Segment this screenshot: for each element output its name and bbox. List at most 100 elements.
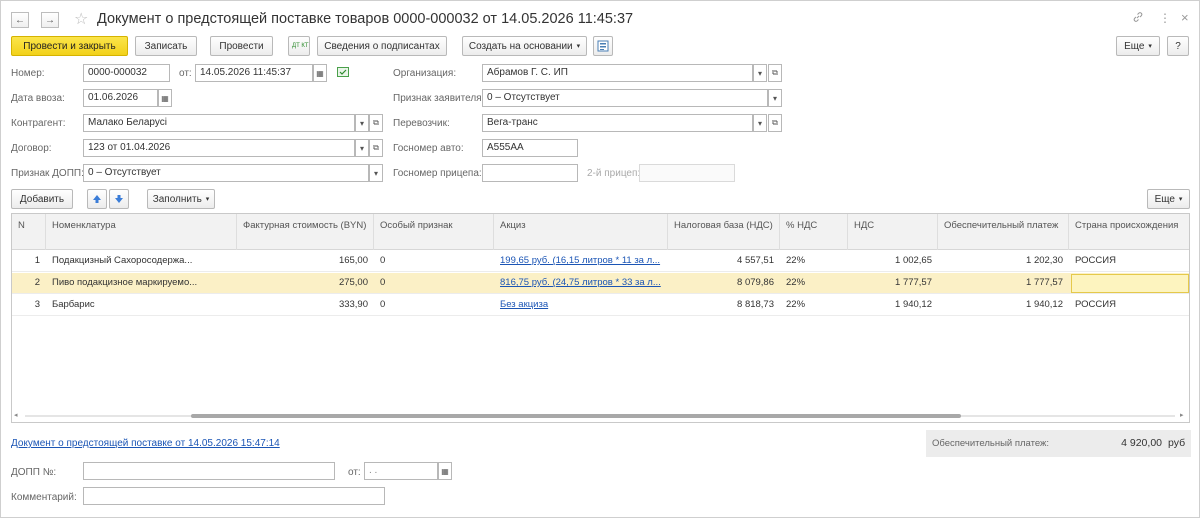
contract-dropdown-button[interactable]: ▾ bbox=[355, 139, 369, 157]
carrier-dropdown-button[interactable]: ▾ bbox=[753, 114, 767, 132]
cell-country-editing[interactable] bbox=[1071, 274, 1189, 293]
cell-deposit: 1 777,57 bbox=[1026, 277, 1063, 288]
cell-deposit: 1 202,30 bbox=[1026, 255, 1063, 266]
dopp-sign-label: Признак ДОПП: bbox=[11, 168, 84, 179]
cell-vat-percent: 22% bbox=[786, 255, 806, 266]
contract-field[interactable]: 123 от 01.04.2026 bbox=[83, 139, 355, 157]
report-button[interactable] bbox=[593, 36, 613, 56]
calendar-icon: ▦ bbox=[161, 93, 169, 103]
comment-field[interactable] bbox=[83, 487, 385, 505]
contractor-field[interactable]: Малако Беларусі bbox=[83, 114, 355, 132]
close-icon[interactable]: × bbox=[1181, 10, 1189, 25]
arrow-up-icon bbox=[93, 195, 101, 203]
chevron-down-icon: ▾ bbox=[359, 143, 364, 153]
add-row-button[interactable]: Добавить bbox=[11, 189, 73, 209]
organization-field[interactable]: Абрамов Г. С. ИП bbox=[482, 64, 753, 82]
open-icon: ⧉ bbox=[772, 68, 778, 77]
table-row[interactable]: 3 Барбарис 333,90 0 Без акциза 8 818,73 … bbox=[12, 295, 1189, 316]
cell-name: Барбарис bbox=[52, 299, 95, 310]
cell-excise-link[interactable]: Без акциза bbox=[494, 295, 668, 316]
comment-label: Комментарий: bbox=[11, 492, 77, 503]
column-header-n[interactable]: N bbox=[12, 214, 46, 250]
dopp-calendar-button[interactable]: ▦ bbox=[438, 462, 452, 480]
post-button[interactable]: Провести bbox=[210, 36, 273, 56]
import-date-field[interactable]: 01.06.2026 bbox=[83, 89, 158, 107]
horizontal-scrollbar[interactable]: ◂ ▸ bbox=[11, 410, 1190, 422]
column-header-excise[interactable]: Акциз bbox=[494, 214, 668, 250]
carrier-open-button[interactable]: ⧉ bbox=[768, 114, 782, 132]
cell-excise-link[interactable]: 816,75 руб. (24,75 литров * 33 за л... bbox=[494, 273, 668, 294]
number-field[interactable]: 0000-000032 bbox=[83, 64, 170, 82]
chevron-down-icon: ▾ bbox=[359, 118, 364, 128]
dopp-number-label: ДОПП №: bbox=[11, 467, 57, 478]
contractor-open-button[interactable]: ⧉ bbox=[369, 114, 383, 132]
more-label: Еще bbox=[1124, 40, 1145, 52]
scroll-thumb[interactable] bbox=[191, 414, 961, 418]
dopp-date-from-label: от: bbox=[348, 467, 361, 478]
fill-button[interactable]: Заполнить ▾ bbox=[147, 189, 215, 209]
dopp-sign-field[interactable]: 0 – Отсутствует bbox=[83, 164, 369, 182]
trailer-plate-label: Госномер прицепа: bbox=[393, 168, 482, 179]
cell-vat-percent: 22% bbox=[786, 299, 806, 310]
column-header-vat-percent[interactable]: % НДС bbox=[780, 214, 848, 250]
cell-vat: 1 940,12 bbox=[895, 299, 932, 310]
column-header-special[interactable]: Особый признак bbox=[374, 214, 494, 250]
forward-button[interactable]: → bbox=[41, 12, 59, 28]
dopp-sign-dropdown-button[interactable]: ▾ bbox=[369, 164, 383, 182]
column-header-deposit[interactable]: Обеспечительный платеж bbox=[938, 214, 1069, 250]
trailer2-label: 2-й прицеп: bbox=[587, 168, 641, 179]
trailer-plate-field[interactable] bbox=[482, 164, 578, 182]
move-down-button[interactable] bbox=[109, 189, 129, 209]
dt-kt-button[interactable]: ДТ КТ bbox=[288, 36, 310, 56]
cell-cost: 165,00 bbox=[338, 255, 368, 266]
column-header-tax-base[interactable]: Налоговая база (НДС) bbox=[668, 214, 780, 250]
cell-tax-base: 8 079,86 bbox=[737, 277, 774, 288]
table-more-button[interactable]: Еще ▾ bbox=[1147, 189, 1190, 209]
move-up-button[interactable] bbox=[87, 189, 107, 209]
save-button[interactable]: Записать bbox=[135, 36, 197, 56]
page-title: Документ о предстоящей поставке товаров … bbox=[97, 11, 634, 27]
more-button[interactable]: Еще ▾ bbox=[1116, 36, 1160, 56]
cell-excise-link[interactable]: 199,65 руб. (16,15 литров * 11 за л... bbox=[494, 251, 668, 272]
column-header-name[interactable]: Номенклатура bbox=[46, 214, 237, 250]
organization-label: Организация: bbox=[393, 68, 457, 79]
link-icon[interactable] bbox=[1132, 11, 1144, 26]
column-header-country[interactable]: Страна происхождения bbox=[1069, 214, 1189, 250]
organization-dropdown-button[interactable]: ▾ bbox=[753, 64, 767, 82]
more-vertical-icon[interactable]: ⋮ bbox=[1159, 11, 1171, 25]
organization-open-button[interactable]: ⧉ bbox=[768, 64, 782, 82]
cell-n: 1 bbox=[34, 255, 40, 266]
calendar-button[interactable]: ▦ bbox=[313, 64, 327, 82]
scroll-right-icon[interactable]: ▸ bbox=[1180, 411, 1184, 419]
related-document-link[interactable]: Документ о предстоящей поставке от 14.05… bbox=[11, 438, 280, 449]
chevron-down-icon: ▾ bbox=[757, 68, 762, 78]
table-row[interactable]: 1 Подакцизный Сахоросодержа... 165,00 0 … bbox=[12, 251, 1189, 272]
deposit-total-label: Обеспечительный платеж: bbox=[932, 438, 1050, 449]
dopp-number-field[interactable] bbox=[83, 462, 335, 480]
post-and-close-button[interactable]: Провести и закрыть bbox=[11, 36, 128, 56]
column-header-vat[interactable]: НДС bbox=[848, 214, 938, 250]
date-field[interactable]: 14.05.2026 11:45:37 bbox=[195, 64, 313, 82]
applicant-field[interactable]: 0 – Отсутствует bbox=[482, 89, 768, 107]
favorite-star-icon[interactable]: ☆ bbox=[74, 9, 88, 29]
create-based-on-button[interactable]: Создать на основании ▾ bbox=[462, 36, 587, 56]
scroll-left-icon[interactable]: ◂ bbox=[14, 411, 18, 419]
contract-open-button[interactable]: ⧉ bbox=[369, 139, 383, 157]
table-row-selected[interactable]: 2 Пиво подакцизное маркируемо... 275,00 … bbox=[12, 273, 1189, 294]
cell-cost: 275,00 bbox=[338, 277, 368, 288]
dropdown-caret-icon: ▾ bbox=[1178, 196, 1183, 203]
arrow-right-icon: → bbox=[45, 14, 55, 26]
cell-special: 0 bbox=[380, 255, 386, 266]
auto-plate-field[interactable]: А555АА bbox=[482, 139, 578, 157]
applicant-dropdown-button[interactable]: ▾ bbox=[768, 89, 782, 107]
contractor-dropdown-button[interactable]: ▾ bbox=[355, 114, 369, 132]
import-date-label: Дата ввоза: bbox=[11, 93, 65, 104]
carrier-field[interactable]: Вега-транс bbox=[482, 114, 753, 132]
column-header-cost[interactable]: Фактурная стоимость (BYN) bbox=[237, 214, 374, 250]
back-button[interactable]: ← bbox=[11, 12, 29, 28]
dopp-date-field[interactable]: . . bbox=[364, 462, 438, 480]
signers-button[interactable]: Сведения о подписантах bbox=[317, 36, 447, 56]
import-date-calendar-button[interactable]: ▦ bbox=[158, 89, 172, 107]
auto-plate-label: Госномер авто: bbox=[393, 143, 464, 154]
help-button[interactable]: ? bbox=[1167, 36, 1189, 56]
